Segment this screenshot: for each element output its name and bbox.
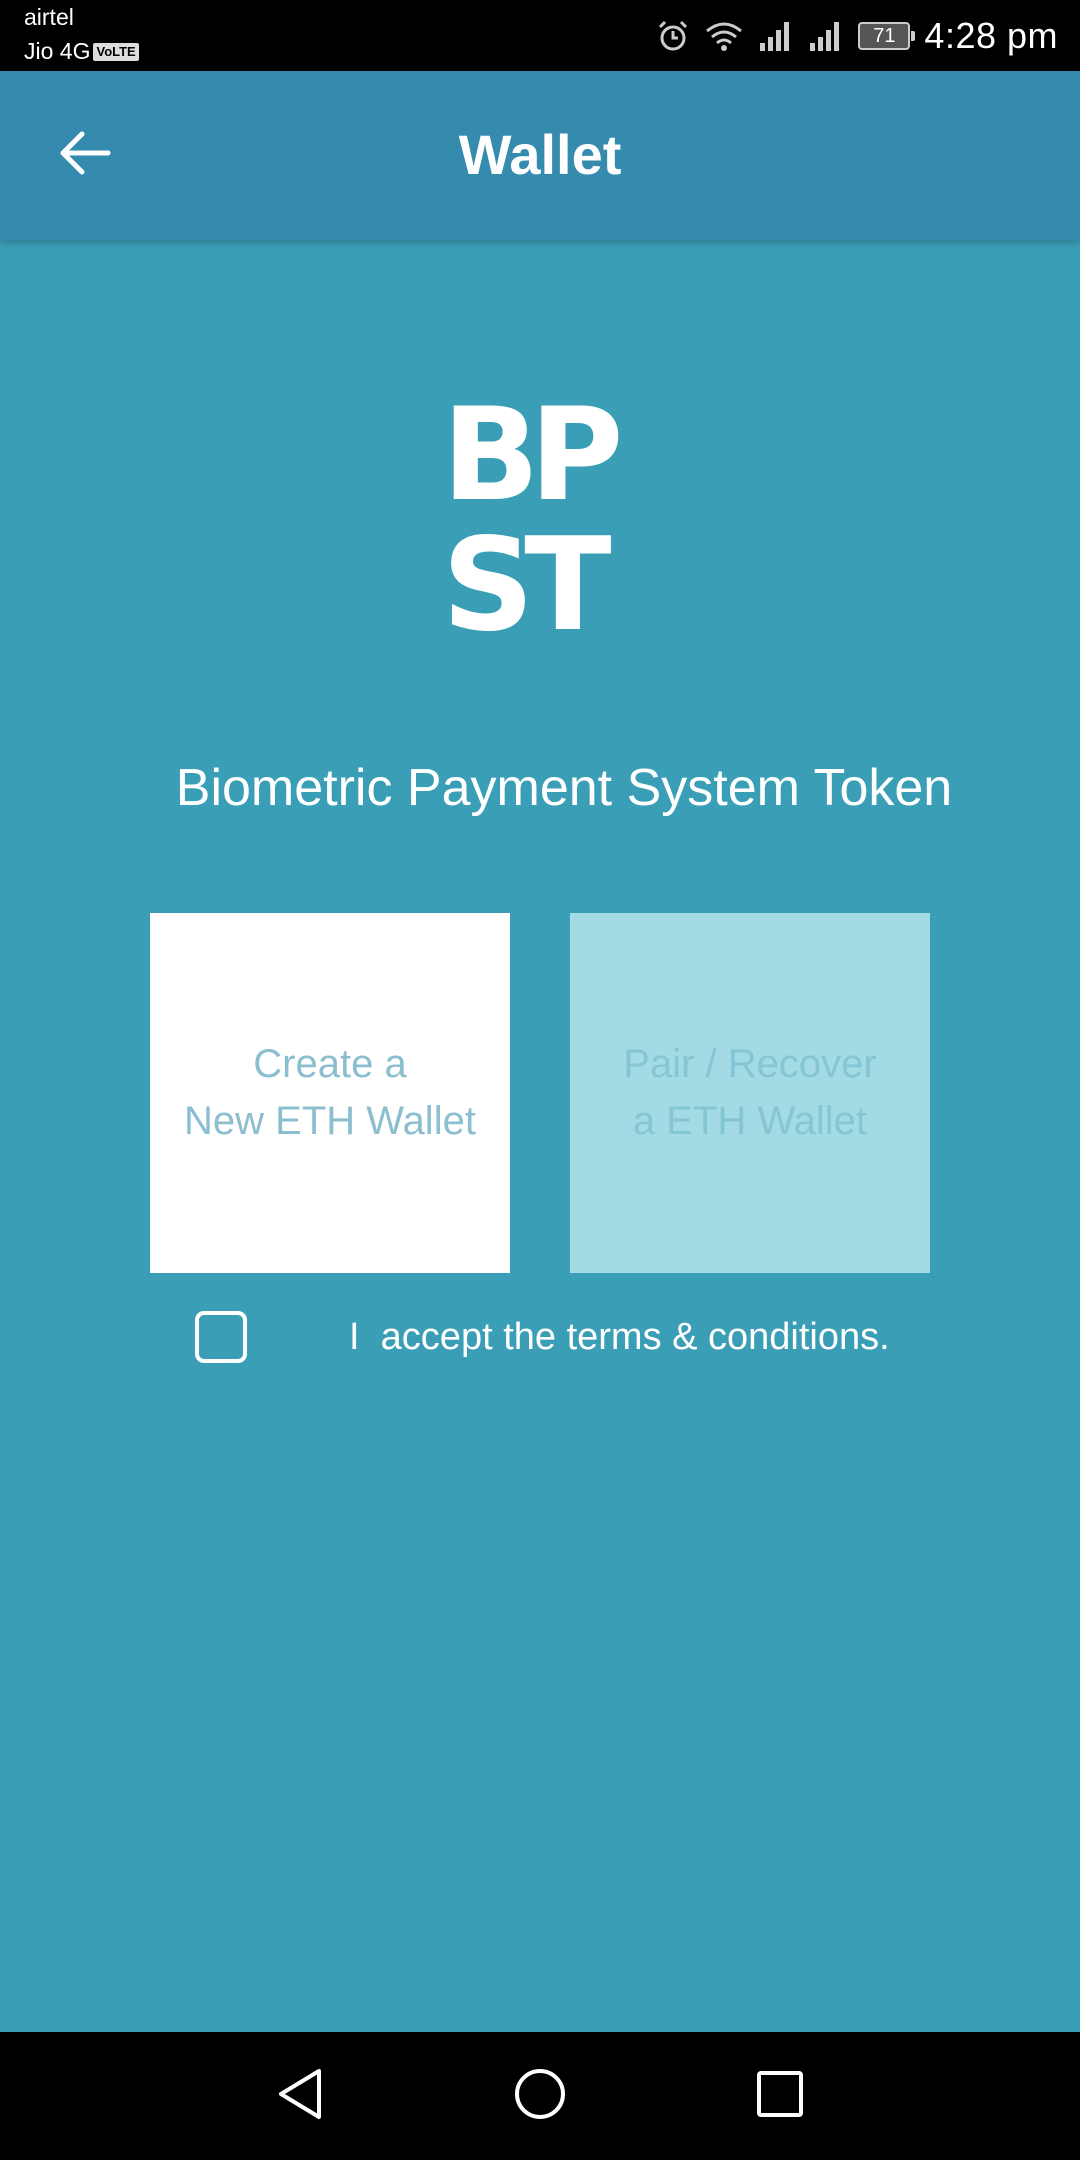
app-subtitle: Biometric Payment System Token: [175, 759, 953, 817]
volte-badge: VoLTE: [93, 42, 139, 61]
nav-home-button[interactable]: [510, 2066, 570, 2126]
create-wallet-button[interactable]: Create a New ETH Wallet: [150, 913, 510, 1273]
terms-label: I accept the terms & conditions.: [349, 1315, 890, 1358]
terms-checkbox[interactable]: [195, 1311, 247, 1363]
status-clock: 4:28 pm: [924, 14, 1058, 56]
app-bar: Wallet: [0, 71, 1080, 240]
carrier-name-secondary: Jio 4G VoLTE: [24, 38, 139, 65]
battery-level: 71: [873, 24, 896, 47]
square-recent-icon: [755, 2069, 805, 2124]
status-bar: airtel Jio 4G VoLTE 71 4:28 pm: [0, 0, 1080, 71]
alarm-icon: [656, 19, 690, 53]
wifi-icon: [704, 19, 744, 53]
signal-icon-2: [808, 19, 844, 53]
logo-line-1: BP: [442, 381, 623, 530]
triangle-back-icon: [275, 2067, 325, 2126]
battery-icon: 71: [858, 21, 916, 50]
page-title: Wallet: [458, 123, 622, 186]
pair-recover-wallet-button[interactable]: Pair / Recover a ETH Wallet: [570, 913, 930, 1273]
terms-row: I accept the terms & conditions.: [195, 1309, 890, 1365]
nav-recents-button[interactable]: [750, 2066, 810, 2126]
circle-home-icon: [513, 2067, 567, 2126]
bpst-logo: BP ST: [418, 392, 658, 662]
signal-icon-1: [758, 19, 794, 53]
status-icons: 71 4:28 pm: [656, 0, 1058, 71]
logo-line-2: ST: [442, 511, 611, 660]
carrier-label: Jio 4G: [24, 38, 91, 64]
system-nav-bar: [0, 2032, 1080, 2160]
nav-back-button[interactable]: [270, 2066, 330, 2126]
carrier-name-primary: airtel: [24, 4, 74, 30]
